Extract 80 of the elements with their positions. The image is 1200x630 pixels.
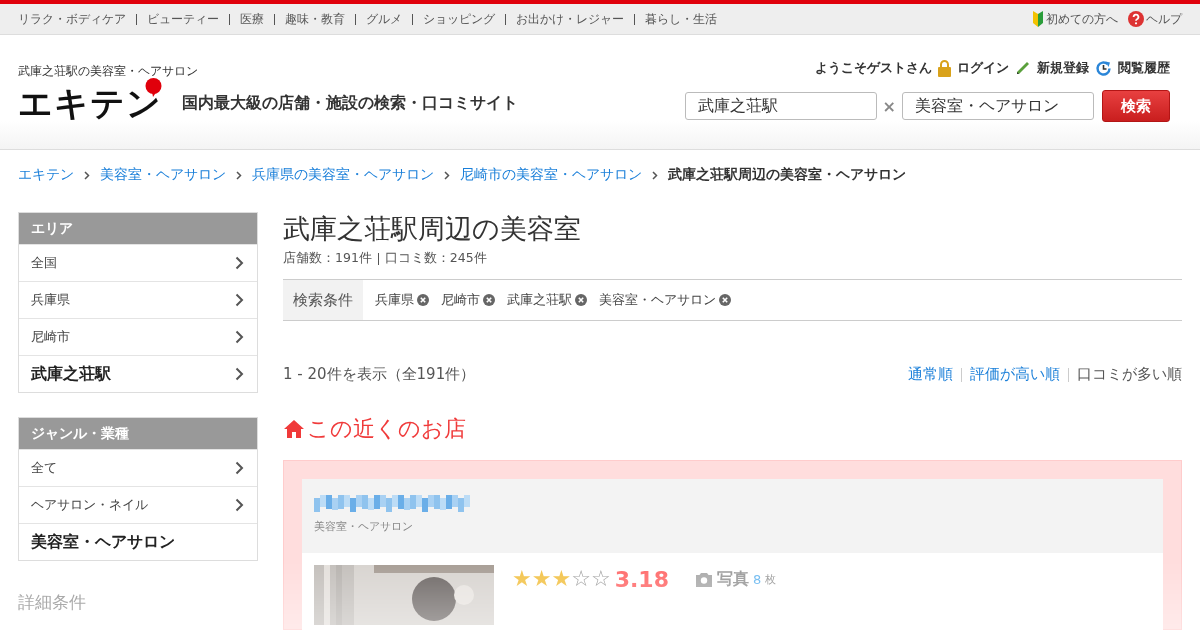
page-title: 武庫之荘駅周辺の美容室 <box>283 212 582 246</box>
rating-score: 3.18 <box>614 566 669 592</box>
breadcrumb-current: 武庫之荘駅周辺の美容室・ヘアサロン <box>668 166 906 184</box>
history-icon <box>1095 59 1112 77</box>
sort-link[interactable]: 通常順 <box>908 365 953 384</box>
sort-link[interactable]: 評価が高い順 <box>970 365 1060 384</box>
empty-star-icon: ☆ <box>571 568 591 590</box>
stats-text: 店舗数：191件 <box>283 250 372 267</box>
page-tagline: 武庫之荘駅の美容室・ヘアサロン <box>18 63 198 80</box>
category-link[interactable]: リラク・ボディケア <box>18 10 126 28</box>
breadcrumb-chevron-icon <box>444 170 450 180</box>
filter-chip-label: 尼崎市 <box>441 291 480 309</box>
breadcrumb-link[interactable]: 兵庫県の美容室・ヘアサロン <box>252 166 434 184</box>
sidebar-item[interactable]: 全て <box>19 449 257 486</box>
sort-link[interactable]: 口コミが多い順 <box>1077 365 1182 384</box>
section-heading: この近くのお店 <box>307 415 466 443</box>
login-link[interactable]: ログイン <box>957 59 1009 77</box>
sidebar-item[interactable]: 武庫之荘駅 <box>19 355 257 392</box>
sidebar-item[interactable]: 尼崎市 <box>19 318 257 355</box>
filter-label: 検索条件 <box>283 280 363 320</box>
chevron-right-icon <box>235 367 244 381</box>
home-icon <box>283 419 305 439</box>
search-button[interactable]: 検索 <box>1102 90 1170 122</box>
genre-search-field[interactable]: 美容室・ヘアサロン <box>902 92 1094 120</box>
help-icon <box>1128 11 1144 27</box>
sidebar-heading: エリア <box>19 213 257 244</box>
sidebar-item[interactable]: 兵庫県 <box>19 281 257 318</box>
sidebar-item[interactable]: 美容室・ヘアサロン <box>19 523 257 560</box>
welcome-text: ようこそゲストさん <box>815 59 932 77</box>
breadcrumb-link[interactable]: エキテン <box>18 166 74 184</box>
chevron-right-icon <box>235 256 244 270</box>
shop-category: 美容室・ヘアサロン <box>314 519 413 534</box>
guide-link[interactable]: 初めての方へ <box>1046 10 1118 28</box>
padlock-icon <box>938 59 951 77</box>
filter-chip-label: 兵庫県 <box>375 291 414 309</box>
category-link[interactable]: お出かけ・レジャー <box>516 10 624 28</box>
filled-star-icon: ★ <box>531 568 552 590</box>
breadcrumb-chevron-icon <box>84 170 90 180</box>
area-search-field[interactable]: 武庫之荘駅 <box>684 92 877 120</box>
filter-chip-label: 美容室・ヘアサロン <box>599 291 716 309</box>
remove-icon[interactable] <box>483 294 495 306</box>
sidebar-heading: ジャンル・業種 <box>19 418 257 449</box>
result-count: 1 - 20件を表示（全191件） <box>283 365 476 384</box>
pencil-icon <box>1015 60 1031 76</box>
register-link[interactable]: 新規登録 <box>1037 59 1089 77</box>
filled-star-icon: ★ <box>551 568 572 590</box>
chevron-right-icon <box>235 498 244 512</box>
breadcrumb-link[interactable]: 美容室・ヘアサロン <box>100 166 226 184</box>
empty-star-icon: ☆ <box>590 568 611 590</box>
camera-icon <box>694 571 713 587</box>
history-link[interactable]: 閲覧履歴 <box>1118 59 1170 77</box>
help-link[interactable]: ヘルプ <box>1146 10 1182 28</box>
beginner-mark-icon <box>1032 11 1044 27</box>
category-link[interactable]: 趣味・教育 <box>285 10 345 28</box>
category-link[interactable]: 暮らし・生活 <box>645 10 717 28</box>
breadcrumb-chevron-icon <box>652 170 658 180</box>
remove-icon[interactable] <box>575 294 587 306</box>
site-logo[interactable]: エキテン <box>18 78 166 120</box>
category-link[interactable]: ビューティー <box>147 10 219 28</box>
filled-star-icon: ★ <box>512 568 532 590</box>
remove-icon[interactable] <box>417 294 429 306</box>
photo-label: 写真 <box>716 568 749 590</box>
chevron-right-icon <box>235 461 244 475</box>
filter-chip-label: 武庫之荘駅 <box>507 291 572 309</box>
category-link[interactable]: グルメ <box>366 10 402 28</box>
breadcrumb-chevron-icon <box>236 170 242 180</box>
category-link[interactable]: 医療 <box>240 10 264 28</box>
chevron-right-icon <box>235 293 244 307</box>
remove-icon[interactable] <box>719 294 731 306</box>
separator-mark: × <box>882 96 896 116</box>
chevron-right-icon <box>235 330 244 344</box>
sidebar-heading: 詳細条件 <box>18 591 86 614</box>
site-catchphrase: 国内最大級の店舗・施設の検索・口コミサイト <box>182 92 518 114</box>
photo-unit: 枚 <box>765 571 777 587</box>
breadcrumb-link[interactable]: 尼崎市の美容室・ヘアサロン <box>460 166 642 184</box>
photo-count: 8 <box>752 571 762 587</box>
category-link[interactable]: ショッピング <box>423 10 495 28</box>
sidebar-item[interactable]: ヘアサロン・ネイル <box>19 486 257 523</box>
sidebar-item[interactable]: 全国 <box>19 244 257 281</box>
stats-text: 口コミ数：245件 <box>384 250 487 267</box>
